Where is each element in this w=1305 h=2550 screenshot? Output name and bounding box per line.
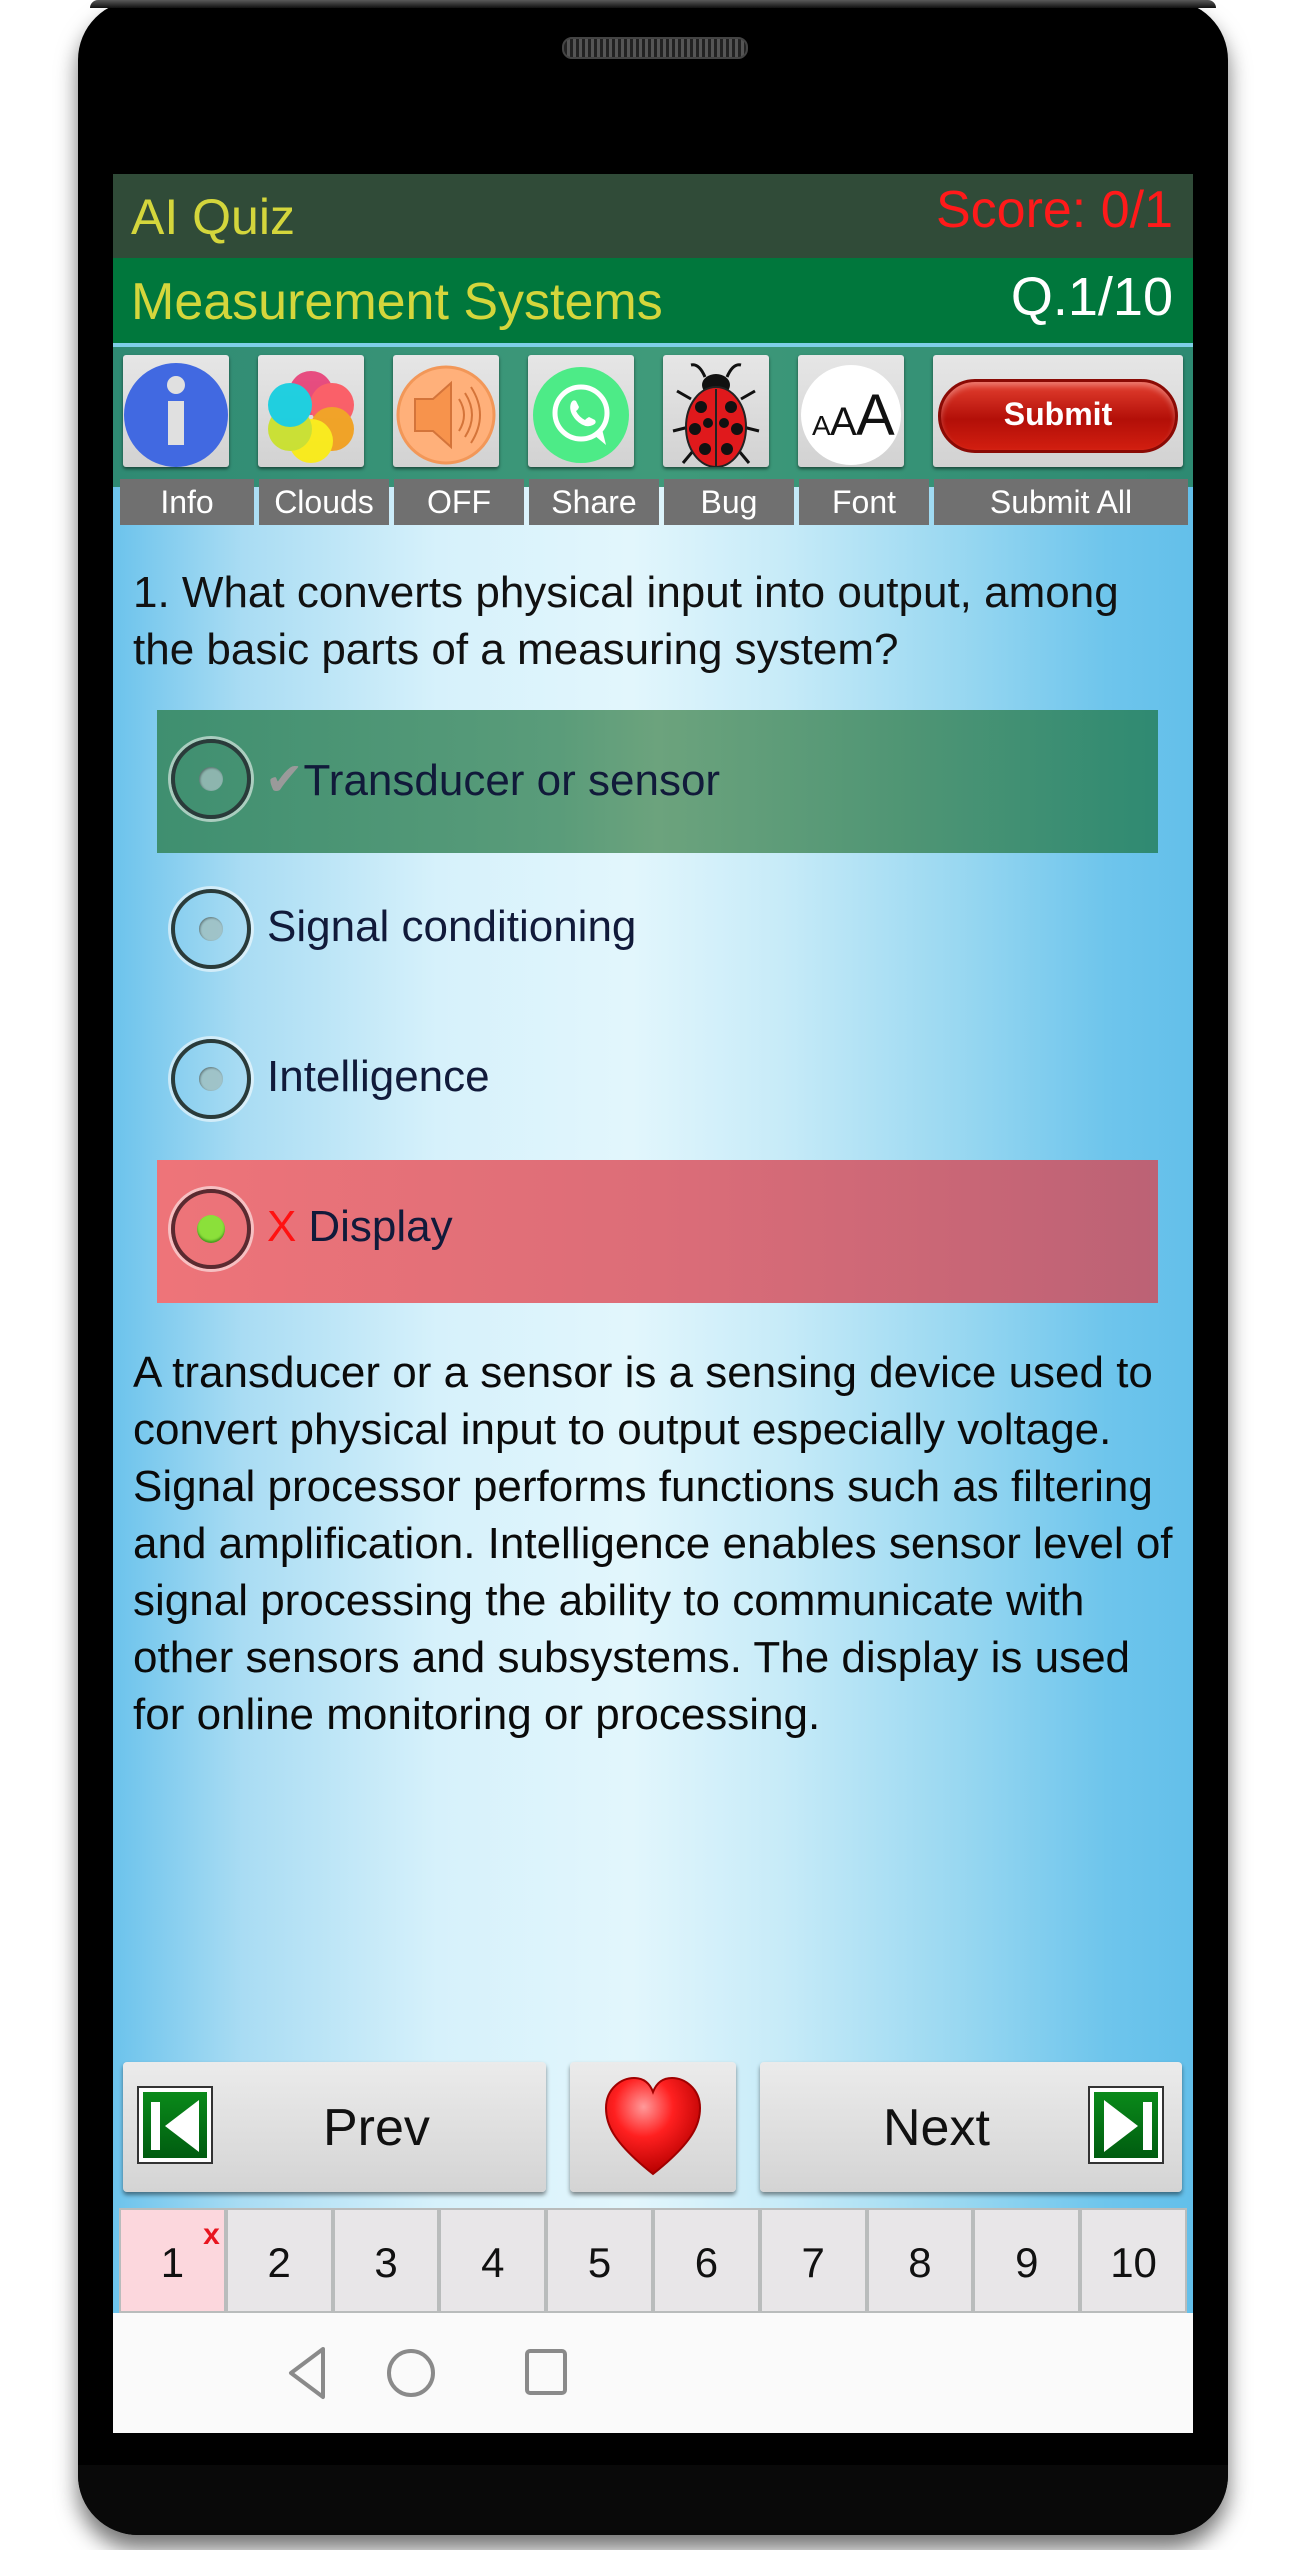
submit-all-button[interactable]: Submit [933,355,1183,467]
share-button[interactable] [528,355,634,467]
submit-all-label: Submit All [934,479,1188,525]
speaker-icon [396,365,496,465]
question-number-label: 5 [587,2239,612,2286]
question-counter: Q.1/10 [1010,267,1173,327]
check-mark-icon: ✔ [265,753,304,805]
question-number-2[interactable]: 2 [225,2208,333,2313]
earpiece-speaker [562,37,748,59]
sound-label: OFF [394,479,524,525]
info-button[interactable] [123,355,229,467]
question-number-7[interactable]: 7 [759,2208,867,2313]
question-number-strip: 1 x 2 3 4 5 6 7 8 9 10 [119,2208,1187,2313]
phone-top-edge [90,0,1216,8]
radio-dot [199,1067,223,1091]
option-1[interactable]: ✔Transducer or sensor [157,710,1158,853]
ladybug-icon [672,363,760,468]
explanation-text: A transducer or a sensor is a sensing de… [133,1348,1173,1739]
question-number-1[interactable]: 1 x [119,2208,226,2313]
svg-text:A: A [830,400,857,444]
radio-button[interactable] [171,889,251,969]
recents-icon[interactable] [521,2345,571,2401]
question-number-label: 9 [1015,2239,1039,2286]
favorite-button[interactable] [570,2062,736,2192]
toolbar: A A A Submit [113,343,1193,487]
bug-label: Bug [664,479,794,525]
question-number-6[interactable]: 6 [652,2208,760,2313]
question-number-4[interactable]: 4 [439,2208,547,2313]
svg-text:A: A [812,410,831,441]
question-number-5[interactable]: 5 [546,2208,653,2313]
app-screen: AI Quiz Score: 0/1 Measurement Systems Q… [113,174,1193,2433]
wrong-mark-icon: X [267,1202,297,1251]
question-number-label: 8 [908,2239,932,2286]
back-icon[interactable] [283,2345,333,2401]
radio-dot [199,917,223,941]
option-label: X Display [267,1202,453,1252]
question-number-3[interactable]: 3 [332,2208,440,2313]
option-text: Display [308,1202,453,1251]
home-icon[interactable] [381,2343,441,2403]
question-number-10[interactable]: 10 [1080,2208,1187,2313]
clouds-button[interactable] [258,355,364,467]
question-number-label: 6 [694,2239,719,2286]
question-number-label: 3 [374,2239,398,2286]
info-label: Info [120,479,254,525]
prev-label: Prev [323,2099,430,2157]
question-number-label: 1 [160,2239,185,2286]
font-label: Font [799,479,929,525]
option-2[interactable]: Signal conditioning [157,860,1158,1003]
radio-button[interactable] [171,1189,251,1269]
question-number-8[interactable]: 8 [866,2208,974,2313]
submit-icon: Submit [938,379,1178,453]
prev-button[interactable]: Prev [123,2062,546,2192]
option-text: Signal conditioning [267,902,637,951]
question-number-label: 4 [481,2239,505,2286]
question-number-9[interactable]: 9 [973,2208,1081,2313]
font-size-button[interactable]: A A A [798,355,904,467]
option-text: Transducer or sensor [303,756,721,805]
next-label: Next [883,2099,990,2157]
question-text: 1. What converts physical input into out… [133,568,1119,674]
option-text: Intelligence [267,1052,490,1101]
heart-icon [604,2076,702,2176]
font-size-icon: A A A [801,365,901,465]
clouds-label: Clouds [259,479,389,525]
next-button[interactable]: Next [760,2062,1182,2192]
radio-dot-selected [197,1215,225,1243]
question-number-label: 10 [1110,2239,1157,2286]
option-3[interactable]: Intelligence [157,1010,1158,1153]
share-label: Share [529,479,659,525]
phone-chin [78,2465,1228,2535]
system-navigation-bar [113,2313,1193,2433]
radio-button[interactable] [171,739,251,819]
wrong-answer-mark-icon: x [203,2218,220,2251]
clouds-icon [268,371,354,463]
submit-button-text: Submit [1003,396,1113,432]
title-bar: AI Quiz Score: 0/1 [113,174,1193,258]
prev-icon [137,2086,213,2164]
subject-bar: Measurement Systems Q.1/10 [113,258,1193,343]
radio-dot [199,767,223,791]
whatsapp-icon [533,367,629,463]
question-number-label: 2 [267,2239,291,2286]
subject-title: Measurement Systems [131,273,663,331]
info-icon [124,363,228,467]
bug-report-button[interactable] [663,355,769,468]
option-4[interactable]: X Display [157,1160,1158,1303]
next-icon [1088,2086,1164,2164]
score-display: Score: 0/1 [935,181,1173,239]
sound-toggle-button[interactable] [393,355,499,467]
radio-button[interactable] [171,1039,251,1119]
option-label: ✔Transducer or sensor [265,752,720,806]
svg-text:A: A [856,383,895,448]
question-number-label: 7 [801,2239,825,2286]
app-title: AI Quiz [131,189,295,245]
